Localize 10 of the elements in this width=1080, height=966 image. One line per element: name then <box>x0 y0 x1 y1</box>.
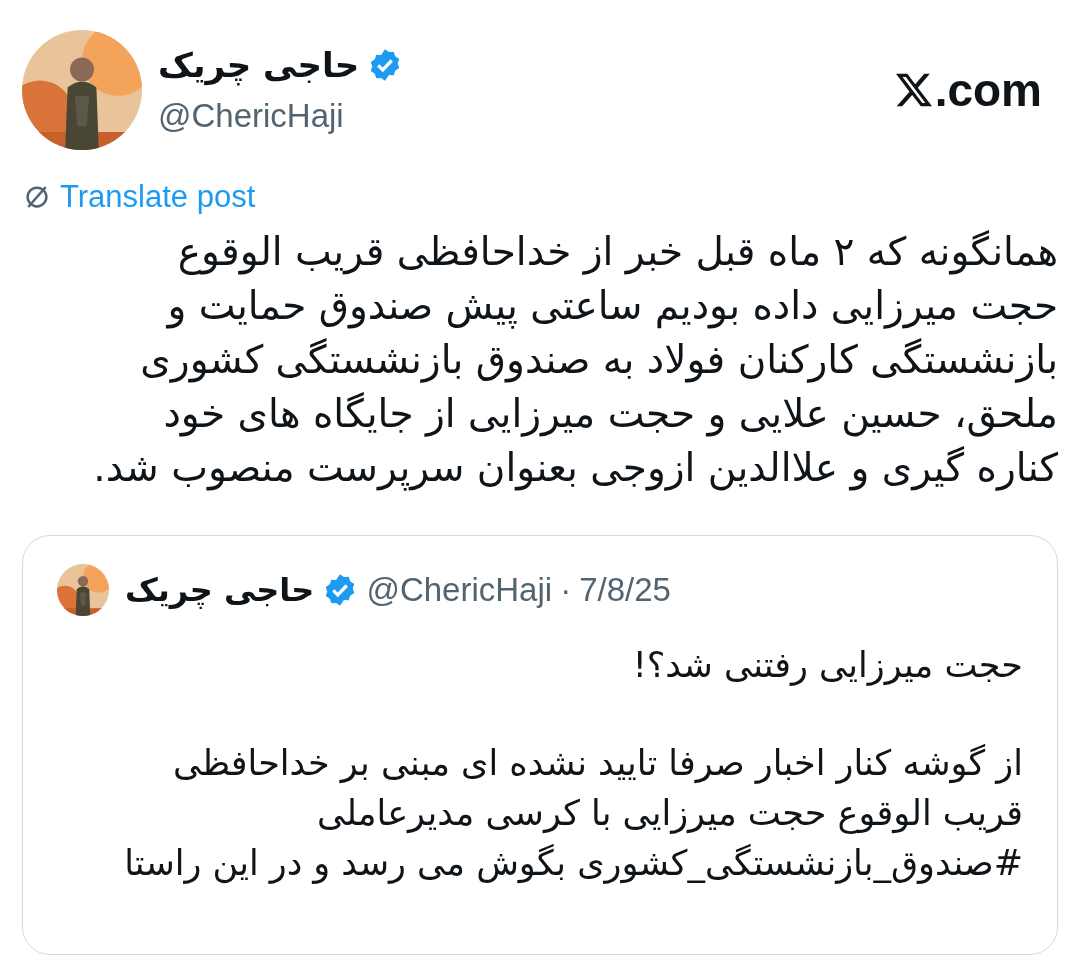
quoted-post-text: حجت میرزایی رفتنی شد؟! <box>631 643 1023 688</box>
post-text: همانگونه که ۲ ماه قبل خبر از خداحافظی قریب الوقوع حجت میرزایی داده بودیم ساعتی پیش صندوق حمایت و بازنشستگی کارکنان فولاد به صندوق بازنشستگی کشوری ملحق، حسین علایی و حجت میرزایی از جایگاه های خود کناره گیری و علاالدین ازوجی بعنوان سرپرست منصوب شد. <box>92 227 1058 493</box>
site-name: .com <box>934 62 1042 118</box>
author-name: حاجی چریک <box>158 43 360 88</box>
post-date: 7/8/25 <box>579 569 671 610</box>
quoted-post-text: از گوشه کنار اخبار صرفا تایید نشده ای مبنی بر خداحافظی قریب الوقوع حجت میرزایی با کرسی مدیرعاملی #صندوق_بازنشستگی_کشوری بگوش می رسد و در این راستا <box>123 741 1023 886</box>
author-handle: @ChericHaji <box>158 95 345 136</box>
separator: · <box>560 569 572 610</box>
author-handle: @ChericHaji <box>366 569 553 610</box>
author-name: حاجی چریک <box>125 569 315 611</box>
